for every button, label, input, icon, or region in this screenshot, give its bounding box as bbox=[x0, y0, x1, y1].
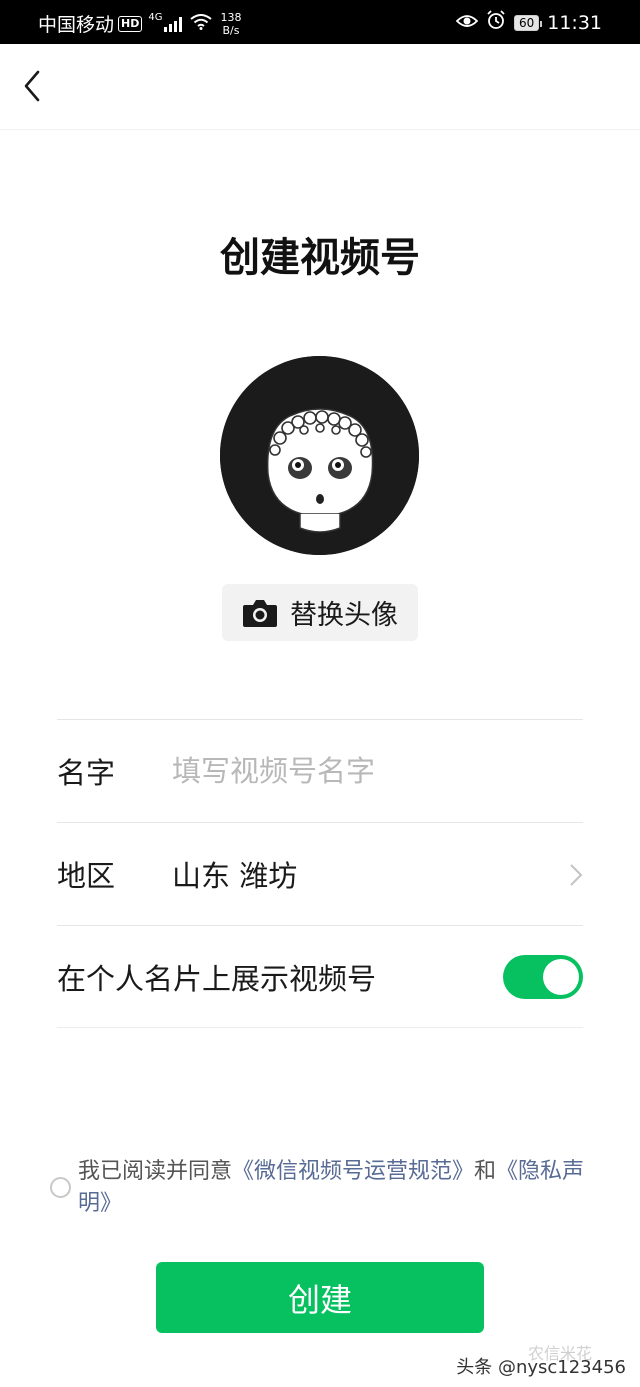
chevron-left-icon bbox=[24, 70, 40, 102]
speed-value: 138 bbox=[220, 10, 242, 24]
replace-avatar-label: 替换头像 bbox=[290, 600, 398, 631]
battery-icon: 60 bbox=[513, 14, 543, 31]
agreement-and: 和 bbox=[474, 1159, 497, 1184]
avatar-image bbox=[220, 356, 419, 555]
hd-icon: HD bbox=[118, 15, 143, 32]
signal-icon bbox=[164, 16, 183, 32]
camera-icon bbox=[243, 599, 277, 627]
name-row[interactable]: 名字 bbox=[57, 719, 583, 822]
replace-avatar-button[interactable]: 替换头像 bbox=[222, 584, 418, 641]
agreement-text: 我已阅读并同意《微信视频号运营规范》和《隐私声明》 bbox=[78, 1156, 590, 1220]
form-divider bbox=[57, 1027, 583, 1028]
nav-divider bbox=[0, 129, 640, 130]
region-label: 地区 bbox=[57, 859, 116, 893]
back-button[interactable] bbox=[18, 66, 58, 110]
show-on-card-toggle[interactable] bbox=[503, 955, 583, 999]
avatar[interactable] bbox=[220, 356, 419, 555]
network-speed: 138 B/s bbox=[220, 11, 241, 37]
wifi-icon bbox=[190, 13, 213, 35]
create-button[interactable]: 创建 bbox=[156, 1262, 484, 1333]
agreement: 我已阅读并同意《微信视频号运营规范》和《隐私声明》 bbox=[50, 1156, 590, 1220]
watermark: 头条 @nysc123456 bbox=[456, 1357, 626, 1378]
network-type: 4G bbox=[148, 12, 163, 23]
toggle-knob bbox=[543, 959, 579, 995]
carrier-name: 中国移动 bbox=[38, 14, 115, 36]
agreement-prefix: 我已阅读并同意 bbox=[78, 1159, 233, 1184]
operation-rules-link[interactable]: 《微信视频号运营规范》 bbox=[232, 1159, 474, 1184]
agreement-radio[interactable] bbox=[50, 1177, 71, 1198]
alarm-icon bbox=[486, 10, 506, 35]
show-on-card-label: 在个人名片上展示视频号 bbox=[57, 962, 377, 996]
eye-icon bbox=[455, 12, 479, 34]
status-left: 中国移动 HD 4G 138 B/s bbox=[38, 10, 241, 37]
status-right: 60 11:31 bbox=[455, 10, 602, 35]
page-title: 创建视频号 bbox=[220, 235, 420, 281]
speed-unit: B/s bbox=[222, 23, 240, 37]
clock-time: 11:31 bbox=[547, 11, 602, 34]
show-on-card-row: 在个人名片上展示视频号 bbox=[57, 925, 583, 1028]
region-value: 山东 潍坊 bbox=[172, 859, 298, 893]
chevron-right-icon bbox=[570, 864, 583, 886]
name-input[interactable] bbox=[172, 754, 552, 788]
region-row[interactable]: 地区 山东 潍坊 bbox=[57, 822, 583, 925]
name-label: 名字 bbox=[57, 756, 116, 790]
status-bar: 中国移动 HD 4G 138 B/s 60 11:31 bbox=[0, 0, 640, 44]
